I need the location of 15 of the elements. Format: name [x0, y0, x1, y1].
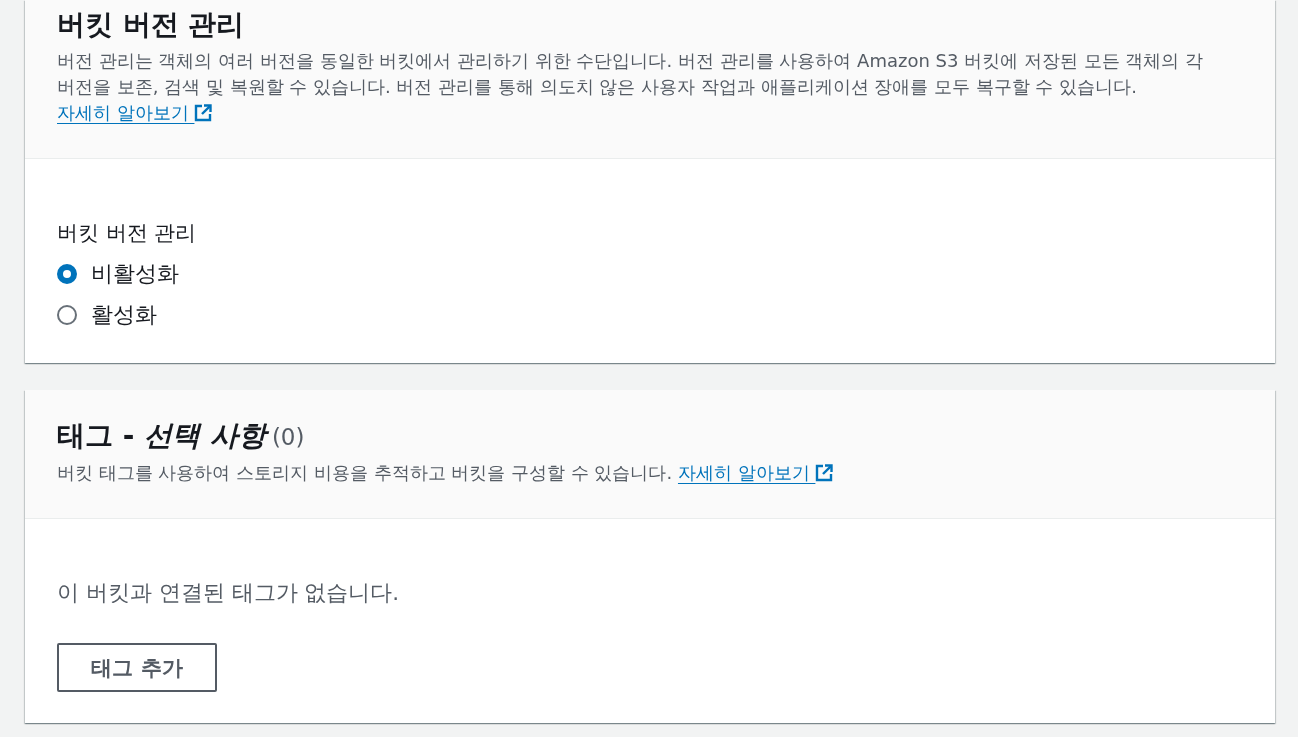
section-description: 버킷 태그를 사용하여 스토리지 비용을 추적하고 버킷을 구성할 수 있습니다. 자세히 알아보기	[57, 460, 1243, 486]
field-label: 버킷 버전 관리	[57, 220, 198, 247]
learn-more-link[interactable]: 자세히 알아보기	[677, 462, 834, 483]
radio-label[interactable]: 활성화	[91, 300, 157, 329]
radio-label[interactable]: 비활성화	[91, 259, 179, 288]
tag-count: (0)	[271, 423, 305, 452]
external-link-icon	[194, 104, 213, 122]
add-tag-button[interactable]: 태그 추가	[57, 643, 217, 692]
section-description: 버전 관리는 객체의 여러 버전을 동일한 버킷에서 관리하기 위한 수단입니다. 버전 관리를 사용하여 Amazon S3 버킷에 저장된 모든 객체의 각 버전을 보존, 검색 및 복원할 수 있습니다. 버전 관리를 통해 의도치 않은 사용자 작업과 애플리케이션 장애를 모두 복구할 수 있습니다. 자세히 알아보기	[57, 49, 1205, 125]
section-title: 버킷 버전 관리	[57, 7, 246, 43]
external-link-icon	[815, 464, 834, 482]
empty-state-text: 이 버킷과 연결된 태그가 없습니다.	[57, 579, 401, 607]
learn-more-link[interactable]: 자세히 알아보기	[57, 102, 213, 123]
radio-button[interactable]	[57, 263, 77, 284]
radio-button[interactable]	[57, 304, 77, 325]
